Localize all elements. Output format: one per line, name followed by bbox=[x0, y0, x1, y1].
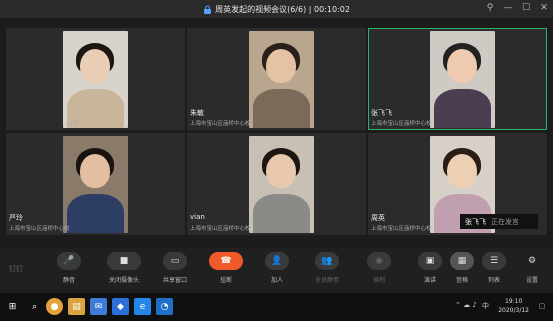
speaking-indicator: 张飞飞 正在发言 bbox=[460, 214, 538, 229]
video-tile[interactable]: 严玲 上海市宝山区庙桥中心校 bbox=[6, 133, 185, 235]
participant-name: 周英 bbox=[371, 214, 385, 222]
participant-org: 上海市宝山区庙桥中心校 bbox=[190, 226, 251, 232]
camera-off-button[interactable]: ■ 关闭摄像头 bbox=[107, 252, 141, 284]
record-icon: ◉ bbox=[367, 252, 391, 270]
browser-icon[interactable]: e bbox=[134, 298, 151, 315]
list-icon: ☰ bbox=[482, 252, 506, 270]
settings-button[interactable]: ⚙ 设置 bbox=[520, 252, 544, 284]
add-person-button[interactable]: 👤 加人 bbox=[265, 252, 289, 284]
chrome-icon[interactable]: ● bbox=[46, 298, 63, 315]
video-feed bbox=[249, 136, 314, 233]
folder-icon[interactable]: ▤ bbox=[68, 298, 85, 315]
pin-icon[interactable]: ⚲ bbox=[483, 1, 497, 15]
window-title: 周英发起的视频会议(6/6) | 00:10:02 bbox=[215, 4, 350, 14]
title-bar: 周英发起的视频会议(6/6) | 00:10:02 ⚲ — ☐ ✕ bbox=[0, 0, 553, 18]
participant-org: 上海市宝山区庙桥中心校 bbox=[371, 226, 432, 232]
video-tile[interactable]: 朱敏 上海市宝山区庙桥中心校 bbox=[187, 28, 366, 130]
dingtalk-icon[interactable]: ◆ bbox=[112, 298, 129, 315]
mute-all-button[interactable]: 👥 全员静音 bbox=[315, 252, 339, 284]
video-grid: ...4校 朱敏 上海市宝山区庙桥中心校 张飞飞 上海市宝山区庙桥中心校 严玲 … bbox=[6, 28, 547, 235]
mute-button[interactable]: 🎤 静音 bbox=[57, 252, 81, 284]
participant-org: 上海市宝山区庙桥中心校 bbox=[9, 226, 70, 232]
group-icon: 👥 bbox=[315, 252, 339, 270]
windows-start-icon[interactable]: ⊞ bbox=[4, 298, 21, 315]
taskbar-clock[interactable]: 19:10 2020/3/12 bbox=[498, 297, 529, 315]
share-window-button[interactable]: ▭ 共享窗口 bbox=[163, 252, 187, 284]
participant-name: vian bbox=[190, 213, 205, 221]
minimize-button[interactable]: — bbox=[501, 1, 515, 15]
participant-name: 张飞飞 bbox=[371, 109, 392, 117]
tray-icons[interactable]: ⌃ ☁ ♪ bbox=[455, 301, 477, 309]
microphone-icon: 🎤 bbox=[57, 252, 81, 270]
hang-up-button[interactable]: ☎ 挂断 bbox=[209, 252, 243, 284]
dingtalk-logo: 钉钉 bbox=[9, 265, 23, 273]
maximize-button[interactable]: ☐ bbox=[519, 1, 533, 15]
close-button[interactable]: ✕ bbox=[537, 1, 551, 15]
video-feed bbox=[63, 31, 128, 128]
gear-icon: ⚙ bbox=[527, 256, 537, 266]
video-tile[interactable]: ...4校 bbox=[6, 28, 185, 130]
speaker-view-button[interactable]: ▣ 演讲 bbox=[418, 252, 442, 284]
meeting-toolbar: 钉钉 🎤 静音 ■ 关闭摄像头 ▭ 共享窗口 ☎ 挂断 👤 加人 👥 全员静音 … bbox=[0, 248, 553, 290]
participant-name: 朱敏 bbox=[190, 109, 204, 117]
notification-icon[interactable]: ▢ bbox=[536, 300, 548, 312]
participant-org: ...4校 bbox=[64, 121, 79, 127]
video-feed bbox=[249, 31, 314, 128]
app-icon[interactable]: ✉ bbox=[90, 298, 107, 315]
camera-icon: ■ bbox=[107, 252, 141, 270]
participant-org: 上海市宝山区庙桥中心校 bbox=[190, 121, 251, 127]
record-button[interactable]: ◉ 录制 bbox=[367, 252, 391, 284]
ime-indicator[interactable]: 中 bbox=[482, 301, 489, 311]
participant-name: 严玲 bbox=[9, 214, 23, 222]
search-icon[interactable]: ⌕ bbox=[26, 298, 43, 315]
grid-view-button[interactable]: ▦ 宫格 bbox=[450, 252, 474, 284]
share-screen-icon: ▭ bbox=[163, 252, 187, 270]
video-feed bbox=[63, 136, 128, 233]
speaking-status: 正在发言 bbox=[491, 217, 519, 226]
participant-org: 上海市宝山区庙桥中心校 bbox=[371, 121, 432, 127]
hang-up-icon: ☎ bbox=[209, 252, 243, 270]
speaker-view-icon: ▣ bbox=[418, 252, 442, 270]
video-feed bbox=[430, 31, 495, 128]
speaker-name: 张飞飞 bbox=[465, 217, 486, 226]
video-tile[interactable]: vian 上海市宝山区庙桥中心校 bbox=[187, 133, 366, 235]
chat-icon[interactable]: ◔ bbox=[156, 298, 173, 315]
taskbar: ⊞ ⌕ ● ▤ ✉ ◆ e ◔ ⌃ ☁ ♪ 中 19:10 2020/3/12 … bbox=[0, 293, 553, 321]
list-view-button[interactable]: ☰ 列表 bbox=[482, 252, 506, 284]
add-user-icon: 👤 bbox=[265, 252, 289, 270]
lock-icon bbox=[203, 5, 212, 14]
grid-icon: ▦ bbox=[450, 252, 474, 270]
video-tile[interactable]: 张飞飞 上海市宝山区庙桥中心校 bbox=[368, 28, 547, 130]
